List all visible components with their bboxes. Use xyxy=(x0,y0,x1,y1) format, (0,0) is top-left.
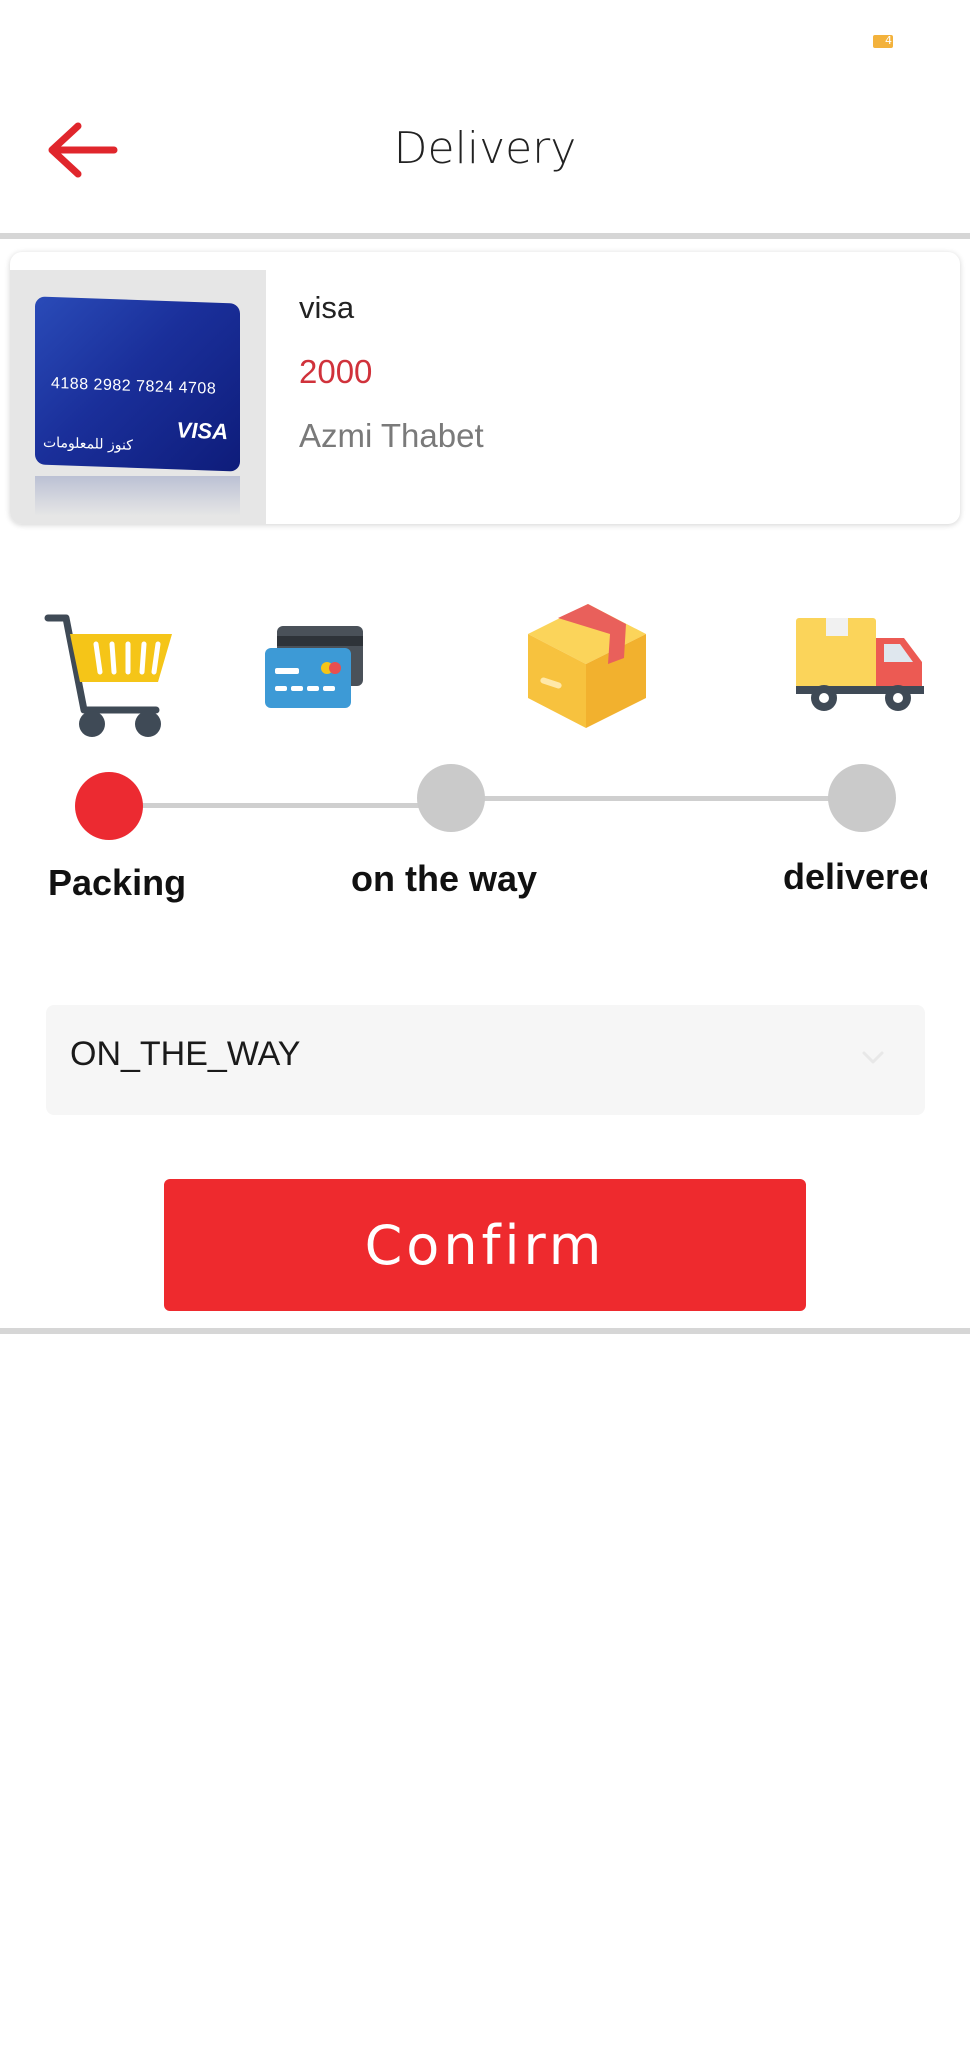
package-box-icon xyxy=(528,604,646,728)
delivery-truck-icon xyxy=(796,618,924,711)
status-select-value: ON_THE_WAY xyxy=(70,1035,301,1073)
order-amount: 2000 xyxy=(299,353,373,390)
shopping-cart-icon xyxy=(44,614,172,737)
order-card[interactable]: 4188 2982 7824 4708 كنوز للمعلومات VISA xyxy=(10,252,960,524)
step-dot-delivered[interactable] xyxy=(828,764,896,832)
chevron-down-icon xyxy=(862,1051,884,1064)
progress-line-1 xyxy=(110,803,420,808)
visa-card-picture: 4188 2982 7824 4708 كنوز للمعلومات VISA xyxy=(35,296,240,472)
confirm-button[interactable]: Confirm xyxy=(164,1179,806,1311)
battery-level: 4 xyxy=(885,34,892,47)
step-label-packing: Packing xyxy=(48,862,187,903)
card-holder-name: Azmi Thabet xyxy=(299,417,484,454)
progress-line-2 xyxy=(420,796,860,801)
step-dot-packing[interactable] xyxy=(75,772,143,840)
step-label-delivered: delivered xyxy=(783,856,927,897)
card-image-arabic-text: كنوز للمعلومات xyxy=(43,434,133,454)
card-image: 4188 2982 7824 4708 كنوز للمعلومات VISA xyxy=(10,270,266,524)
credit-card-icon xyxy=(265,626,363,708)
battery-icon: 4 xyxy=(873,34,893,48)
step-label-on-the-way: on the way xyxy=(351,858,538,899)
page-title: Delivery xyxy=(393,123,577,174)
step-dot-on-the-way[interactable] xyxy=(417,764,485,832)
step-label-delivered-clip: delivered xyxy=(783,856,927,906)
bottom-divider xyxy=(0,1328,970,1334)
card-reflection xyxy=(35,476,240,516)
status-select[interactable]: ON_THE_WAY xyxy=(46,1005,925,1115)
card-image-brand: VISA xyxy=(176,417,228,445)
payment-method: visa xyxy=(299,290,355,325)
card-image-number: 4188 2982 7824 4708 xyxy=(51,374,217,398)
header-divider xyxy=(0,233,970,239)
